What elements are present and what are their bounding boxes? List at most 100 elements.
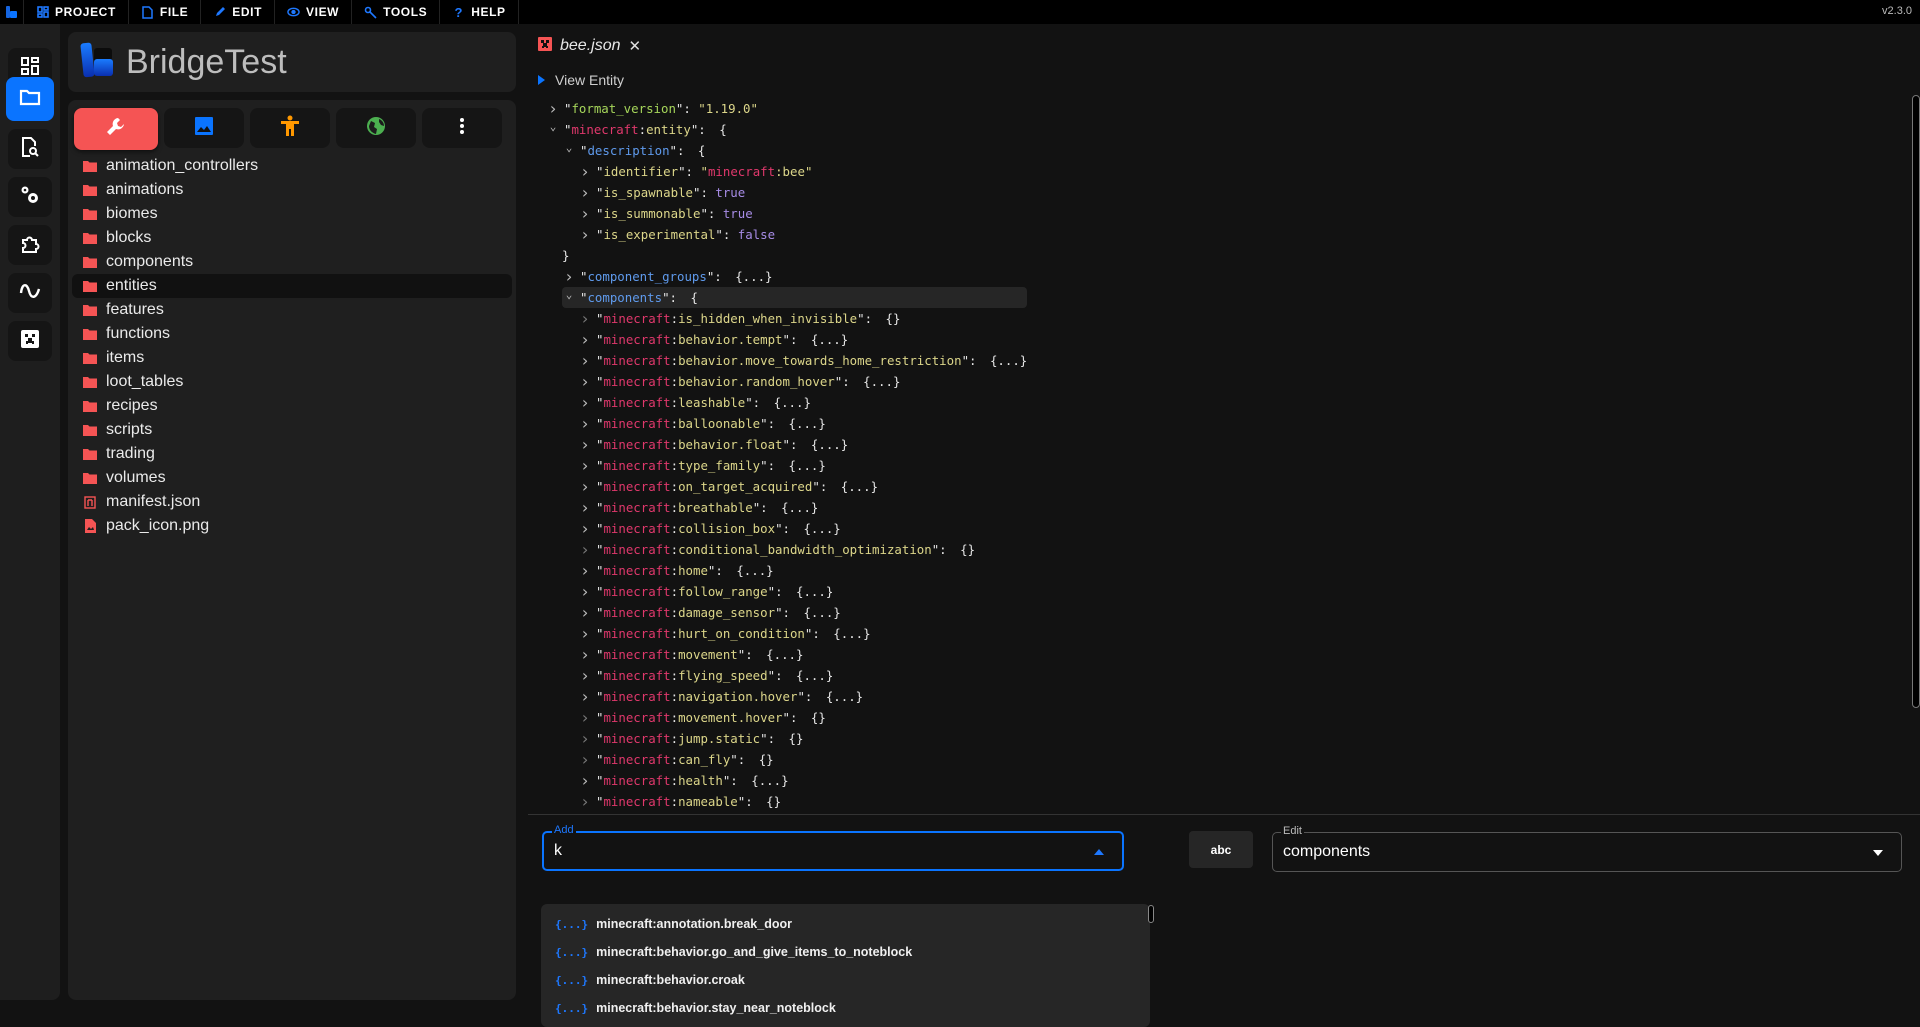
sidebar-molang-button[interactable]	[8, 273, 52, 313]
pack-tab-world-template[interactable]	[336, 108, 416, 148]
tree-node[interactable]: › " minecraft: conditional_bandwidth_optimi…	[578, 539, 1027, 560]
suggestion-item[interactable]: {...} minecraft:behavior.croak	[541, 966, 1150, 994]
tree-node[interactable]: › " minecraft: movement.hover ": {}	[578, 707, 1027, 728]
chevron-down-icon[interactable]: ⌄	[562, 141, 576, 154]
edit-property-select[interactable]: Edit components	[1272, 825, 1902, 872]
chevron-right-icon[interactable]: ›	[578, 645, 592, 664]
chevron-right-icon[interactable]: ›	[578, 666, 592, 685]
chevron-right-icon[interactable]: ›	[578, 414, 592, 433]
menu-view[interactable]: VIEW	[275, 0, 353, 24]
chevron-right-icon[interactable]: ›	[578, 498, 592, 517]
tree-node[interactable]: › " minecraft: hurt_on_condition ": {...}	[578, 623, 1027, 644]
chevron-right-icon[interactable]: ›	[578, 351, 592, 370]
editor-tab[interactable]: bee.json ✕	[538, 34, 641, 58]
chevron-right-icon[interactable]: ›	[578, 603, 592, 622]
tree-node[interactable]: › " minecraft: nameable ": {}	[578, 791, 1027, 812]
chevron-right-icon[interactable]: ›	[578, 204, 592, 223]
tree-node[interactable]: › " minecraft: behavior.tempt ": {...}	[578, 329, 1027, 350]
file-item-components[interactable]: components	[72, 250, 512, 274]
chevron-right-icon[interactable]: ›	[578, 750, 592, 769]
text-mode-button[interactable]: abc	[1189, 831, 1253, 868]
file-item-animation-controllers[interactable]: animation_controllers	[72, 154, 512, 178]
suggestions-scrollbar[interactable]	[1148, 905, 1154, 923]
tree-node[interactable]: › " minecraft: health ": {...}	[578, 770, 1027, 791]
sidebar-minecraft-button[interactable]	[8, 321, 52, 361]
file-item-functions[interactable]: functions	[72, 322, 512, 346]
project-header[interactable]: BridgeTest	[68, 32, 516, 92]
file-item-animations[interactable]: animations	[72, 178, 512, 202]
chevron-right-icon[interactable]: ›	[578, 792, 592, 811]
file-item-scripts[interactable]: scripts	[72, 418, 512, 442]
tree-node[interactable]: › " is_experimental ": false	[578, 224, 1027, 245]
chevron-right-icon[interactable]: ›	[578, 729, 592, 748]
chevron-right-icon[interactable]: ›	[578, 435, 592, 454]
file-item-pack-icon-png[interactable]: pack_icon.png	[72, 514, 512, 538]
chevron-right-icon[interactable]: ›	[578, 162, 592, 181]
tree-node[interactable]: ⌄ " minecraft: entity ": {	[546, 119, 1027, 140]
file-item-features[interactable]: features	[72, 298, 512, 322]
menu-tools[interactable]: TOOLS	[352, 0, 441, 24]
add-field-value[interactable]: k	[554, 842, 562, 860]
chevron-right-icon[interactable]: ›	[578, 183, 592, 202]
chevron-down-icon[interactable]	[1873, 850, 1883, 856]
chevron-right-icon[interactable]: ›	[578, 330, 592, 349]
tree-node[interactable]: › " is_spawnable ": true	[578, 182, 1027, 203]
chevron-right-icon[interactable]: ›	[578, 624, 592, 643]
chevron-right-icon[interactable]: ›	[578, 519, 592, 538]
tree-node[interactable]: › " minecraft: is_hidden_when_invisible ": {…	[578, 308, 1027, 329]
chevron-down-icon[interactable]: ⌄	[546, 120, 560, 133]
tree-node[interactable]: › " minecraft: jump.static ": {}	[578, 728, 1027, 749]
tree-node[interactable]: › " minecraft: can_fly ": {}	[578, 749, 1027, 770]
file-item-trading[interactable]: trading	[72, 442, 512, 466]
tree-node[interactable]: › " minecraft: damage_sensor ": {...}	[578, 602, 1027, 623]
file-item-volumes[interactable]: volumes	[72, 466, 512, 490]
menu-help[interactable]: ? HELP	[440, 0, 519, 24]
view-entity-toggle[interactable]: View Entity	[538, 72, 624, 88]
tree-node[interactable]: › " minecraft: on_target_acquired ": {...}	[578, 476, 1027, 497]
sidebar-file-search-button[interactable]	[8, 129, 52, 169]
tree-node[interactable]: › " component_groups ": {...}	[562, 266, 1027, 287]
chevron-right-icon[interactable]: ›	[578, 477, 592, 496]
tree-node[interactable]: › " format_version ": "1.19.0"	[546, 98, 1027, 119]
chevron-right-icon[interactable]: ›	[578, 540, 592, 559]
chevron-up-icon[interactable]	[1094, 849, 1104, 855]
chevron-right-icon[interactable]: ›	[578, 225, 592, 244]
file-item-entities[interactable]: entities	[72, 274, 512, 298]
add-property-input[interactable]: Add k	[542, 824, 1124, 871]
tree-node[interactable]: › " minecraft: type_family ": {...}	[578, 455, 1027, 476]
chevron-down-icon[interactable]: ⌄	[562, 288, 576, 301]
tree-node[interactable]: › " minecraft: balloonable ": {...}	[578, 413, 1027, 434]
suggestion-item[interactable]: {...} minecraft:behavior.stay_near_notebl…	[541, 994, 1150, 1022]
chevron-right-icon[interactable]: ›	[578, 456, 592, 475]
suggestion-item[interactable]: {...} minecraft:annotation.break_door	[541, 910, 1150, 938]
menu-file[interactable]: FILE	[129, 0, 202, 24]
file-item-loot-tables[interactable]: loot_tables	[72, 370, 512, 394]
tree-node[interactable]: › " minecraft: collision_box ": {...}	[578, 518, 1027, 539]
file-item-manifest-json[interactable]: manifest.json	[72, 490, 512, 514]
sidebar-file-explorer-button[interactable]	[6, 77, 54, 121]
pack-tab-more[interactable]	[422, 108, 502, 148]
tree-node[interactable]: › " identifier ": " minecraft: bee "	[578, 161, 1027, 182]
file-item-recipes[interactable]: recipes	[72, 394, 512, 418]
file-item-biomes[interactable]: biomes	[72, 202, 512, 226]
tree-node[interactable]: › " minecraft: flying_speed ": {...}	[578, 665, 1027, 686]
menu-project[interactable]: PROJECT	[24, 0, 129, 24]
tree-node[interactable]: › " is_summonable ": true	[578, 203, 1027, 224]
chevron-right-icon[interactable]: ›	[578, 309, 592, 328]
editor-scrollbar[interactable]	[1912, 95, 1920, 708]
chevron-right-icon[interactable]: ›	[578, 582, 592, 601]
close-icon[interactable]: ✕	[629, 37, 642, 55]
tree-node[interactable]: ⌄ " description ": {	[562, 140, 1027, 161]
tree-node[interactable]: › " minecraft: navigation.hover ": {...}	[578, 686, 1027, 707]
chevron-right-icon[interactable]: ›	[578, 687, 592, 706]
pack-tab-skin-pack[interactable]	[250, 108, 330, 148]
pack-tab-behavior-pack[interactable]	[74, 108, 158, 150]
chevron-right-icon[interactable]: ›	[578, 393, 592, 412]
tree-node[interactable]: › " minecraft: behavior.float ": {...}	[578, 434, 1027, 455]
file-item-blocks[interactable]: blocks	[72, 226, 512, 250]
file-item-items[interactable]: items	[72, 346, 512, 370]
chevron-right-icon[interactable]: ›	[546, 99, 560, 118]
tree-node[interactable]: › " minecraft: movement ": {...}	[578, 644, 1027, 665]
tree-node[interactable]: › " minecraft: home ": {...}	[578, 560, 1027, 581]
chevron-right-icon[interactable]: ›	[578, 561, 592, 580]
